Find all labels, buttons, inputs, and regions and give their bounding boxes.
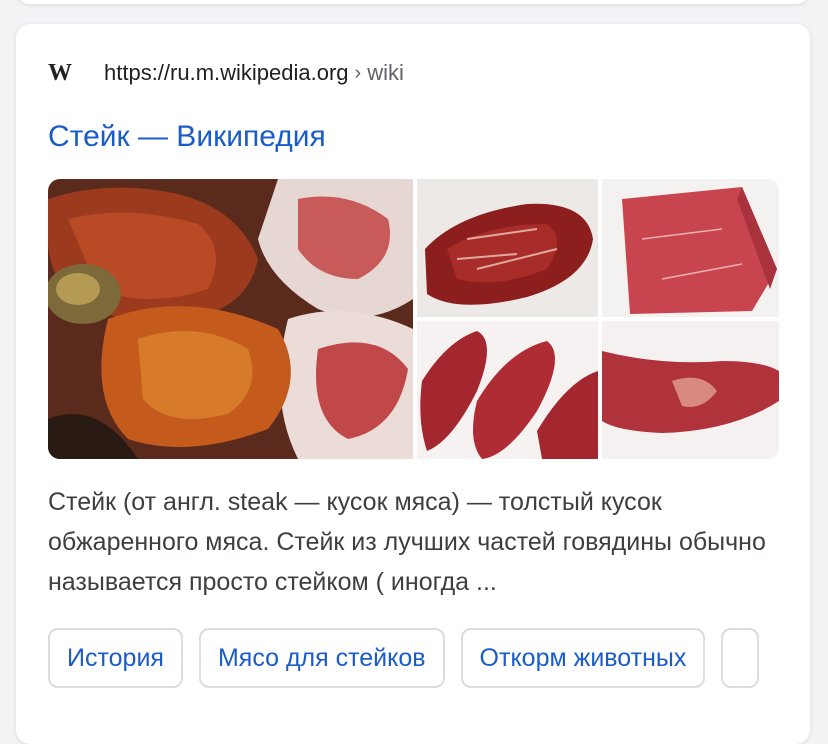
steak-cut-image[interactable] xyxy=(602,321,779,459)
result-snippet: Стейк (от англ. steak — кусок мяса) — то… xyxy=(48,488,766,596)
chip-animal-feeding[interactable]: Откорм животных xyxy=(460,628,706,688)
result-url-path: wiki xyxy=(367,60,404,85)
chip-history[interactable]: История xyxy=(48,628,183,688)
steak-pile-image[interactable] xyxy=(48,179,413,459)
breadcrumb-separator: › xyxy=(354,61,362,84)
related-chips: История Мясо для стейков Откорм животных xyxy=(48,628,760,688)
chip-steak-meat[interactable]: Мясо для стейков xyxy=(198,628,445,688)
result-url: https://ru.m.wikipedia.org xyxy=(104,60,349,85)
result-source[interactable]: W https://ru.m.wikipedia.org › wiki xyxy=(48,60,404,86)
sliced-steak-image[interactable] xyxy=(417,321,598,459)
wikipedia-w-icon: W xyxy=(48,59,72,86)
chip-more[interactable] xyxy=(721,628,760,688)
previous-result-card xyxy=(16,0,810,4)
search-result-card: W https://ru.m.wikipedia.org › wiki Стей… xyxy=(16,24,810,744)
result-title-link[interactable]: Стейк — Википедия xyxy=(48,120,326,154)
marbled-steak-image[interactable] xyxy=(417,179,598,317)
image-gallery[interactable] xyxy=(48,179,779,459)
beef-block-image[interactable] xyxy=(602,179,779,317)
